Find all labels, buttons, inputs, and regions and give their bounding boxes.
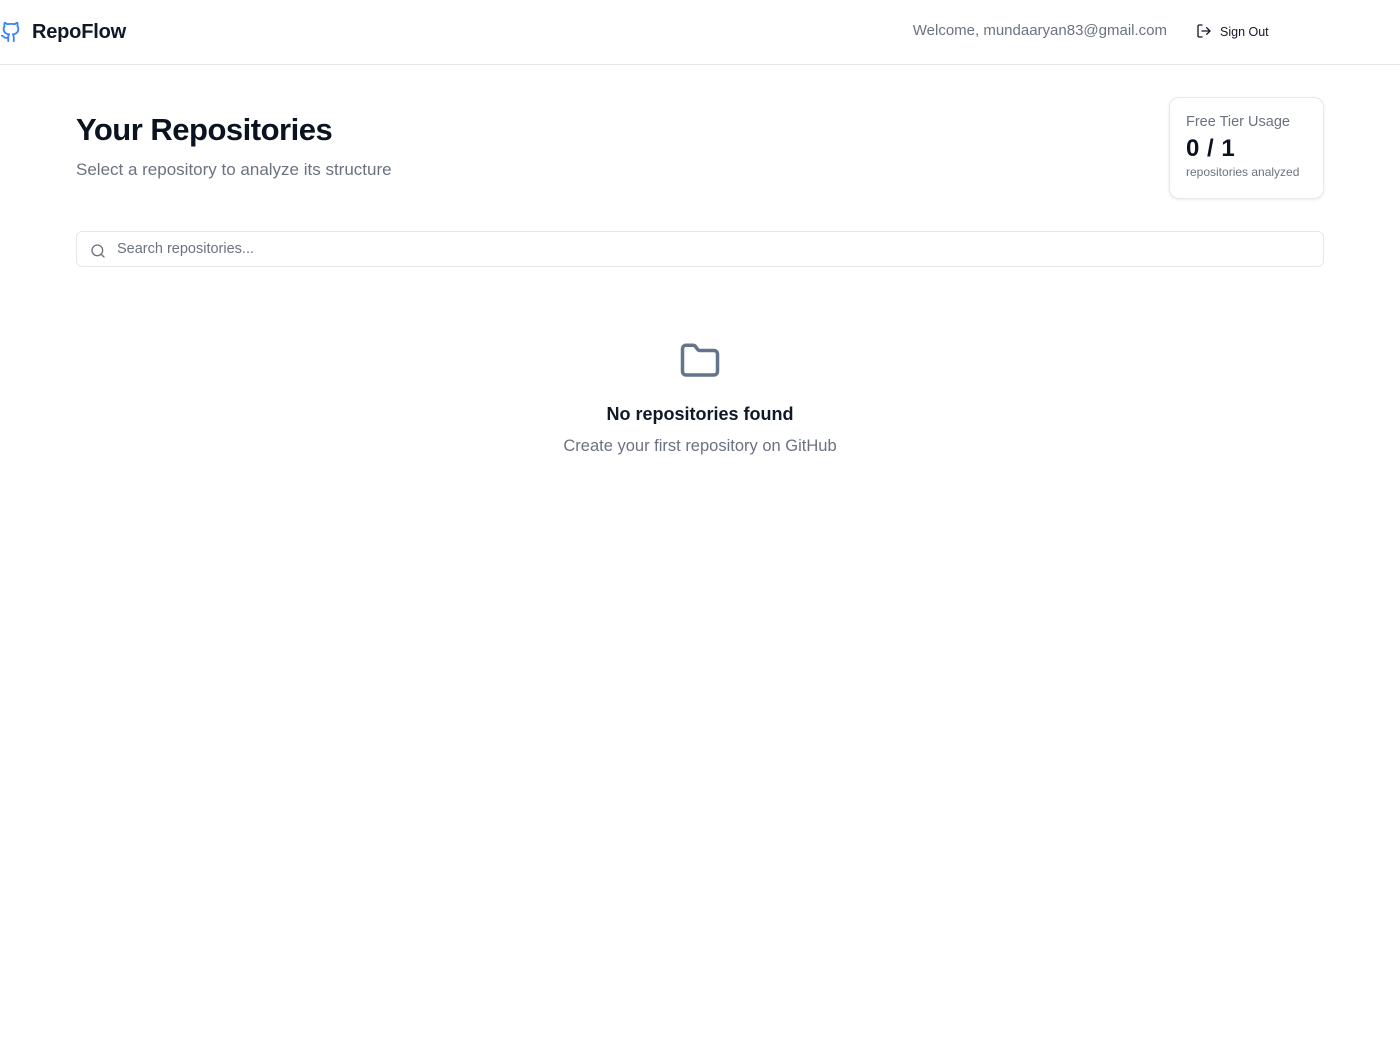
search-input[interactable] <box>117 232 1317 266</box>
log-out-icon <box>1196 23 1212 42</box>
sign-out-button[interactable]: Sign Out <box>1188 17 1279 47</box>
welcome-text: Welcome, mundaaryan83@gmail.com <box>912 22 1167 39</box>
usage-title: Free Tier Usage <box>1186 114 1290 130</box>
empty-state-message: Create your first repository on GitHub <box>563 437 837 455</box>
empty-state-title: No repositories found <box>606 404 794 424</box>
folder-icon <box>680 343 720 377</box>
github-icon <box>0 20 22 44</box>
brand-name: RepoFlow <box>32 20 126 43</box>
top-navbar: RepoFlow Welcome, mundaaryan83@gmail.com… <box>0 0 1400 65</box>
free-tier-usage-card: Free Tier Usage 0 / 1 repositories analy… <box>1169 97 1324 199</box>
page-subtitle: Select a repository to analyze its struc… <box>76 160 392 179</box>
sign-out-label: Sign Out <box>1220 25 1269 39</box>
usage-caption: repositories analyzed <box>1186 165 1300 179</box>
empty-state: No repositories found Create your first … <box>0 340 1400 456</box>
search-icon <box>90 243 106 259</box>
brand[interactable]: RepoFlow <box>0 18 126 46</box>
search-bar <box>76 231 1324 267</box>
page-title: Your Repositories <box>76 112 333 147</box>
usage-count: 0 / 1 <box>1186 135 1236 162</box>
